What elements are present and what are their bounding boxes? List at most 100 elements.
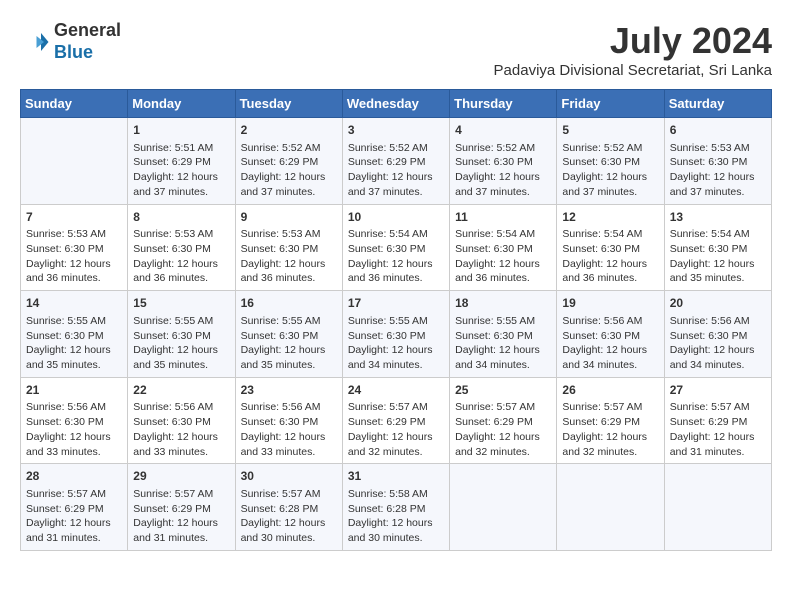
day-cell: 3Sunrise: 5:52 AM Sunset: 6:29 PM Daylig… xyxy=(342,118,449,205)
day-number: 28 xyxy=(26,468,122,485)
day-cell: 29Sunrise: 5:57 AM Sunset: 6:29 PM Dayli… xyxy=(128,464,235,551)
day-cell: 21Sunrise: 5:56 AM Sunset: 6:30 PM Dayli… xyxy=(21,377,128,464)
day-number: 27 xyxy=(670,382,766,399)
day-info: Sunrise: 5:57 AM Sunset: 6:29 PM Dayligh… xyxy=(26,487,122,546)
day-cell: 7Sunrise: 5:53 AM Sunset: 6:30 PM Daylig… xyxy=(21,204,128,291)
day-cell: 4Sunrise: 5:52 AM Sunset: 6:30 PM Daylig… xyxy=(450,118,557,205)
day-info: Sunrise: 5:55 AM Sunset: 6:30 PM Dayligh… xyxy=(455,314,551,373)
day-cell: 11Sunrise: 5:54 AM Sunset: 6:30 PM Dayli… xyxy=(450,204,557,291)
day-info: Sunrise: 5:55 AM Sunset: 6:30 PM Dayligh… xyxy=(133,314,229,373)
day-cell: 27Sunrise: 5:57 AM Sunset: 6:29 PM Dayli… xyxy=(664,377,771,464)
day-info: Sunrise: 5:57 AM Sunset: 6:28 PM Dayligh… xyxy=(241,487,337,546)
day-info: Sunrise: 5:55 AM Sunset: 6:30 PM Dayligh… xyxy=(26,314,122,373)
day-number: 11 xyxy=(455,209,551,226)
day-number: 19 xyxy=(562,295,658,312)
day-number: 12 xyxy=(562,209,658,226)
day-number: 5 xyxy=(562,122,658,139)
day-number: 10 xyxy=(348,209,444,226)
day-number: 18 xyxy=(455,295,551,312)
day-number: 30 xyxy=(241,468,337,485)
day-info: Sunrise: 5:56 AM Sunset: 6:30 PM Dayligh… xyxy=(241,400,337,459)
day-number: 31 xyxy=(348,468,444,485)
day-number: 16 xyxy=(241,295,337,312)
day-number: 24 xyxy=(348,382,444,399)
day-info: Sunrise: 5:54 AM Sunset: 6:30 PM Dayligh… xyxy=(562,227,658,286)
day-cell: 28 Sunrise: 5:57 AM Sunset: 6:29 PM Dayli… xyxy=(21,464,128,551)
day-number: 14 xyxy=(26,295,122,312)
day-number: 26 xyxy=(562,382,658,399)
day-cell: 5 Sunrise: 5:52 AM Sunset: 6:30 PM Daylig… xyxy=(557,118,664,205)
day-info: Sunrise: 5:52 AM Sunset: 6:29 PM Dayligh… xyxy=(241,141,337,200)
day-info: Sunrise: 5:57 AM Sunset: 6:29 PM Dayligh… xyxy=(348,400,444,459)
header-cell-sunday: Sunday xyxy=(21,90,128,118)
day-cell: 14 Sunrise: 5:55 AM Sunset: 6:30 PM Dayli… xyxy=(21,291,128,378)
day-number: 6 xyxy=(670,122,766,139)
day-info: Sunrise: 5:54 AM Sunset: 6:30 PM Dayligh… xyxy=(670,227,766,286)
title-block: July 2024 Padaviya Divisional Secretaria… xyxy=(494,20,772,79)
logo-text: General Blue xyxy=(54,20,121,63)
day-cell: 12Sunrise: 5:54 AM Sunset: 6:30 PM Dayli… xyxy=(557,204,664,291)
day-cell: 9Sunrise: 5:53 AM Sunset: 6:30 PM Daylig… xyxy=(235,204,342,291)
day-cell: 16 Sunrise: 5:55 AM Sunset: 6:30 PM Dayli… xyxy=(235,291,342,378)
day-cell: 30 Sunrise: 5:57 AM Sunset: 6:28 PM Dayli… xyxy=(235,464,342,551)
day-cell: 24Sunrise: 5:57 AM Sunset: 6:29 PM Dayli… xyxy=(342,377,449,464)
day-cell: 6 Sunrise: 5:53 AM Sunset: 6:30 PM Daylig… xyxy=(664,118,771,205)
day-cell xyxy=(450,464,557,551)
day-cell: 15 Sunrise: 5:55 AM Sunset: 6:30 PM Dayli… xyxy=(128,291,235,378)
header-cell-monday: Monday xyxy=(128,90,235,118)
day-cell: 23Sunrise: 5:56 AM Sunset: 6:30 PM Dayli… xyxy=(235,377,342,464)
page-header: General Blue July 2024 Padaviya Division… xyxy=(20,20,772,79)
day-cell: 2 Sunrise: 5:52 AM Sunset: 6:29 PM Daylig… xyxy=(235,118,342,205)
day-info: Sunrise: 5:55 AM Sunset: 6:30 PM Dayligh… xyxy=(348,314,444,373)
day-info: Sunrise: 5:56 AM Sunset: 6:30 PM Dayligh… xyxy=(133,400,229,459)
day-cell xyxy=(557,464,664,551)
day-number: 29 xyxy=(133,468,229,485)
calendar-header: SundayMondayTuesdayWednesdayThursdayFrid… xyxy=(21,90,772,118)
day-info: Sunrise: 5:53 AM Sunset: 6:30 PM Dayligh… xyxy=(133,227,229,286)
day-cell: 10Sunrise: 5:54 AM Sunset: 6:30 PM Dayli… xyxy=(342,204,449,291)
day-cell: 22Sunrise: 5:56 AM Sunset: 6:30 PM Dayli… xyxy=(128,377,235,464)
calendar-table: SundayMondayTuesdayWednesdayThursdayFrid… xyxy=(20,89,772,551)
week-row-1: 1 Sunrise: 5:51 AM Sunset: 6:29 PM Daylig… xyxy=(21,118,772,205)
header-cell-thursday: Thursday xyxy=(450,90,557,118)
day-number: 3 xyxy=(348,122,444,139)
day-number: 23 xyxy=(241,382,337,399)
day-info: Sunrise: 5:53 AM Sunset: 6:30 PM Dayligh… xyxy=(670,141,766,200)
day-number: 15 xyxy=(133,295,229,312)
day-info: Sunrise: 5:51 AM Sunset: 6:29 PM Dayligh… xyxy=(133,141,229,200)
day-cell: 19 Sunrise: 5:56 AM Sunset: 6:30 PM Dayli… xyxy=(557,291,664,378)
day-info: Sunrise: 5:54 AM Sunset: 6:30 PM Dayligh… xyxy=(348,227,444,286)
day-info: Sunrise: 5:52 AM Sunset: 6:30 PM Dayligh… xyxy=(562,141,658,200)
week-row-3: 14 Sunrise: 5:55 AM Sunset: 6:30 PM Dayli… xyxy=(21,291,772,378)
day-number: 17 xyxy=(348,295,444,312)
day-info: Sunrise: 5:55 AM Sunset: 6:30 PM Dayligh… xyxy=(241,314,337,373)
day-number: 7 xyxy=(26,209,122,226)
day-info: Sunrise: 5:57 AM Sunset: 6:29 PM Dayligh… xyxy=(562,400,658,459)
logo-icon xyxy=(20,27,50,57)
day-number: 9 xyxy=(241,209,337,226)
day-cell: 8Sunrise: 5:53 AM Sunset: 6:30 PM Daylig… xyxy=(128,204,235,291)
day-number: 21 xyxy=(26,382,122,399)
day-cell: 13Sunrise: 5:54 AM Sunset: 6:30 PM Dayli… xyxy=(664,204,771,291)
day-number: 4 xyxy=(455,122,551,139)
day-number: 22 xyxy=(133,382,229,399)
logo: General Blue xyxy=(20,20,121,63)
header-cell-saturday: Saturday xyxy=(664,90,771,118)
day-number: 13 xyxy=(670,209,766,226)
week-row-4: 21 Sunrise: 5:56 AM Sunset: 6:30 PM Dayli… xyxy=(21,377,772,464)
header-cell-friday: Friday xyxy=(557,90,664,118)
day-cell: 26Sunrise: 5:57 AM Sunset: 6:29 PM Dayli… xyxy=(557,377,664,464)
day-number: 20 xyxy=(670,295,766,312)
day-cell: 25Sunrise: 5:57 AM Sunset: 6:29 PM Dayli… xyxy=(450,377,557,464)
day-cell: 18 Sunrise: 5:55 AM Sunset: 6:30 PM Dayli… xyxy=(450,291,557,378)
day-info: Sunrise: 5:53 AM Sunset: 6:30 PM Dayligh… xyxy=(26,227,122,286)
day-cell: 31Sunrise: 5:58 AM Sunset: 6:28 PM Dayli… xyxy=(342,464,449,551)
day-info: Sunrise: 5:57 AM Sunset: 6:29 PM Dayligh… xyxy=(670,400,766,459)
day-number: 1 xyxy=(133,122,229,139)
day-number: 2 xyxy=(241,122,337,139)
day-info: Sunrise: 5:56 AM Sunset: 6:30 PM Dayligh… xyxy=(562,314,658,373)
header-cell-tuesday: Tuesday xyxy=(235,90,342,118)
header-row: SundayMondayTuesdayWednesdayThursdayFrid… xyxy=(21,90,772,118)
header-cell-wednesday: Wednesday xyxy=(342,90,449,118)
day-cell xyxy=(664,464,771,551)
